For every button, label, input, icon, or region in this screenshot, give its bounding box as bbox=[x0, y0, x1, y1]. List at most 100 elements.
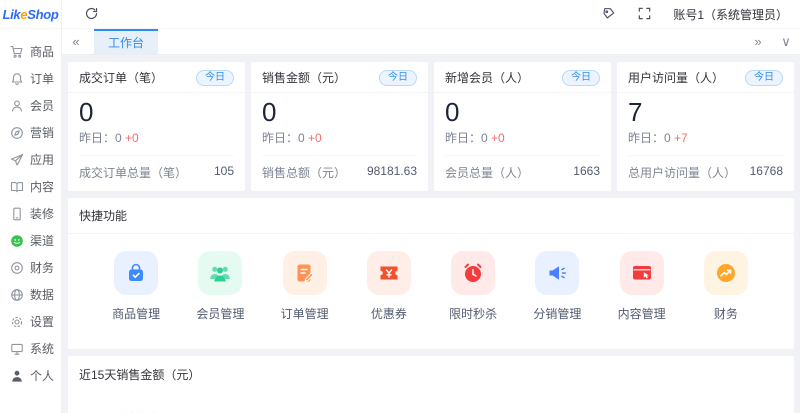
bag-icon bbox=[114, 251, 158, 295]
sidebar-item-label: 渠道 bbox=[30, 232, 54, 249]
sidebar-item-apps[interactable]: 应用 bbox=[0, 146, 61, 173]
monitor-icon bbox=[10, 342, 24, 356]
stat-yesterday: 昨日：0 +0 bbox=[79, 129, 234, 146]
gear-icon bbox=[10, 315, 24, 329]
account-menu[interactable]: 账号1（系统管理员） bbox=[673, 6, 788, 23]
person-icon bbox=[10, 369, 24, 383]
quick-item-label: 会员管理 bbox=[196, 305, 244, 322]
stat-card-body: 0 昨日：0 +0 bbox=[68, 93, 245, 146]
logo-text-accent: e bbox=[20, 7, 27, 22]
sidebar-item-channels[interactable]: 渠道 bbox=[0, 227, 61, 254]
stat-total-label: 会员总量（人） bbox=[445, 164, 529, 181]
tabs-collapse-chevron[interactable]: « bbox=[62, 29, 90, 54]
quick-item-label: 商品管理 bbox=[112, 305, 160, 322]
order-doc-icon bbox=[283, 251, 327, 295]
sidebar-item-data[interactable]: 数据 bbox=[0, 281, 61, 308]
stats-row: 成交订单（笔） 今日 0 昨日：0 +0 成交订单总量（笔） 105 销售金额（… bbox=[68, 62, 794, 191]
today-badge[interactable]: 今日 bbox=[196, 70, 234, 86]
stat-card-header: 成交订单（笔） 今日 bbox=[68, 62, 245, 93]
stat-card-visits: 用户访问量（人） 今日 7 昨日：0 +7 总用户访问量（人） 16768 bbox=[617, 62, 794, 191]
quick-item-flash-sale[interactable]: 限时秒杀 bbox=[431, 251, 515, 322]
stat-title: 销售金额（元） bbox=[262, 69, 346, 86]
stat-card-orders: 成交订单（笔） 今日 0 昨日：0 +0 成交订单总量（笔） 105 bbox=[68, 62, 245, 191]
stat-card-sales: 销售金额（元） 今日 0 昨日：0 +0 销售总额（元） 98181.63 bbox=[251, 62, 428, 191]
tag-icon[interactable] bbox=[601, 6, 617, 22]
stat-total-value: 105 bbox=[214, 164, 234, 181]
sidebar-item-label: 订单 bbox=[30, 70, 54, 87]
alarm-icon bbox=[451, 251, 495, 295]
stat-value: 0 bbox=[445, 98, 600, 128]
stat-card-body: 0 昨日：0 +0 bbox=[251, 93, 428, 146]
yesterday-label: 昨日：0 bbox=[262, 131, 305, 145]
logo-text-prefix: Lik bbox=[2, 7, 20, 22]
quick-item-members[interactable]: 会员管理 bbox=[178, 251, 262, 322]
sidebar-item-finance[interactable]: 财务 bbox=[0, 254, 61, 281]
sidebar-item-label: 装修 bbox=[30, 205, 54, 222]
stat-delta: +0 bbox=[308, 131, 322, 145]
today-badge[interactable]: 今日 bbox=[379, 70, 417, 86]
quick-item-finance[interactable]: 财务 bbox=[684, 251, 768, 322]
user-icon bbox=[10, 99, 24, 113]
today-badge[interactable]: 今日 bbox=[745, 70, 783, 86]
stat-card-footer: 会员总量（人） 1663 bbox=[445, 155, 600, 191]
stat-card-new-members: 新增会员（人） 今日 0 昨日：0 +0 会员总量（人） 1663 bbox=[434, 62, 611, 191]
sidebar-item-marketing[interactable]: 营销 bbox=[0, 119, 61, 146]
sidebar-item-system[interactable]: 系统 bbox=[0, 335, 61, 362]
app-window: LikeShop 商品 订单 会员 营销 应用 bbox=[0, 0, 800, 413]
sidebar-item-members[interactable]: 会员 bbox=[0, 92, 61, 119]
quick-item-label: 财务 bbox=[714, 305, 738, 322]
stat-card-footer: 销售总额（元） 98181.63 bbox=[262, 155, 417, 191]
wechat-icon bbox=[10, 234, 24, 248]
paper-plane-icon bbox=[10, 153, 24, 167]
main-area: 账号1（系统管理员） « 工作台 » ∨ 成交订单（笔） 今日 0 bbox=[62, 0, 800, 413]
stat-card-header: 销售金额（元） 今日 bbox=[251, 62, 428, 93]
quick-item-label: 内容管理 bbox=[618, 305, 666, 322]
stat-total-label: 成交订单总量（笔） bbox=[79, 164, 187, 181]
stat-value: 0 bbox=[79, 98, 234, 128]
stat-value: 0 bbox=[262, 98, 417, 128]
tabs-expand-chevron[interactable]: » bbox=[744, 29, 772, 54]
sidebar-item-decoration[interactable]: 装修 bbox=[0, 200, 61, 227]
stat-total-value: 16768 bbox=[750, 164, 783, 181]
quick-item-distribution[interactable]: 分销管理 bbox=[515, 251, 599, 322]
coupon-icon bbox=[367, 251, 411, 295]
yesterday-label: 昨日：0 bbox=[79, 131, 122, 145]
tabbar-spacer bbox=[158, 29, 744, 54]
book-icon bbox=[10, 180, 24, 194]
sidebar-item-label: 个人 bbox=[30, 367, 54, 384]
fullscreen-icon[interactable] bbox=[637, 6, 653, 22]
stat-yesterday: 昨日：0 +0 bbox=[445, 129, 600, 146]
stat-total-label: 总用户访问量（人） bbox=[628, 164, 736, 181]
stat-delta: +0 bbox=[491, 131, 505, 145]
stat-title: 成交订单（笔） bbox=[79, 69, 163, 86]
today-badge[interactable]: 今日 bbox=[562, 70, 600, 86]
quick-item-goods[interactable]: 商品管理 bbox=[94, 251, 178, 322]
stat-card-body: 0 昨日：0 +0 bbox=[434, 93, 611, 146]
globe-icon bbox=[10, 288, 24, 302]
top-bar: 账号1（系统管理员） bbox=[62, 0, 800, 29]
refresh-icon[interactable] bbox=[84, 6, 100, 22]
bell-icon bbox=[10, 72, 24, 86]
people-icon bbox=[198, 251, 242, 295]
sidebar-item-content[interactable]: 内容 bbox=[0, 173, 61, 200]
tab-workbench[interactable]: 工作台 bbox=[94, 29, 158, 54]
tab-bar: « 工作台 » ∨ bbox=[62, 29, 800, 55]
content-area: 成交订单（笔） 今日 0 昨日：0 +0 成交订单总量（笔） 105 销售金额（… bbox=[62, 55, 800, 413]
quick-item-coupon[interactable]: 优惠券 bbox=[347, 251, 431, 322]
quick-item-content[interactable]: 内容管理 bbox=[600, 251, 684, 322]
stat-card-body: 7 昨日：0 +7 bbox=[617, 93, 794, 146]
sidebar-item-profile[interactable]: 个人 bbox=[0, 362, 61, 389]
quick-item-orders[interactable]: 订单管理 bbox=[263, 251, 347, 322]
quick-item-label: 限时秒杀 bbox=[449, 305, 497, 322]
quick-functions-card: 快捷功能 商品管理 会员管理 订单管理 bbox=[68, 198, 794, 349]
tabs-menu-caret[interactable]: ∨ bbox=[772, 29, 800, 54]
sidebar-item-label: 数据 bbox=[30, 286, 54, 303]
topbar-right: 账号1（系统管理员） bbox=[601, 6, 788, 23]
sidebar-item-orders[interactable]: 订单 bbox=[0, 65, 61, 92]
sidebar-item-goods[interactable]: 商品 bbox=[0, 38, 61, 65]
chart-title: 近15天销售金额（元） bbox=[68, 356, 794, 383]
sidebar-item-settings[interactable]: 设置 bbox=[0, 308, 61, 335]
sidebar-item-label: 商品 bbox=[30, 43, 54, 60]
sidebar-item-label: 应用 bbox=[30, 151, 54, 168]
sales-chart-card: 近15天销售金额（元） 销售金额 1 0.8 bbox=[68, 356, 794, 413]
